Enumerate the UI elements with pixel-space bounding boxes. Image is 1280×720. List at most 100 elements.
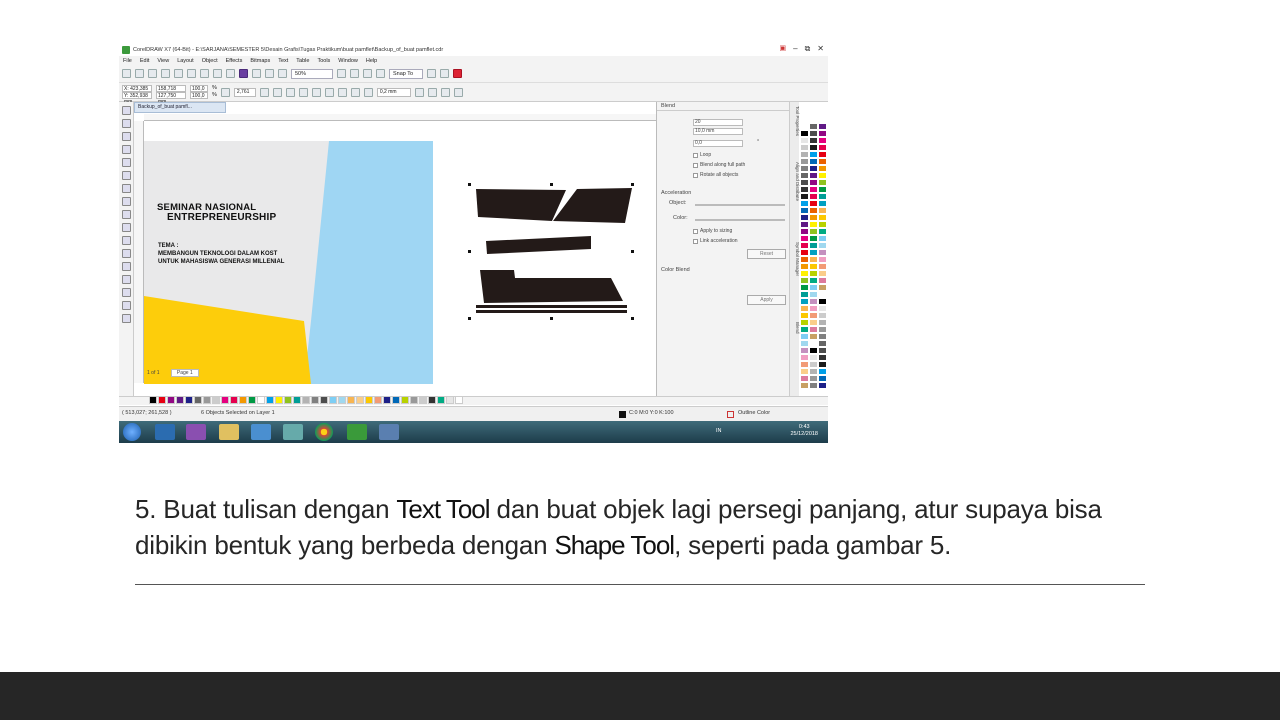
- eyedropper-icon[interactable]: [121, 288, 131, 297]
- pick-tool-icon[interactable]: [121, 106, 131, 115]
- palette-swatch[interactable]: [800, 165, 809, 172]
- restore-icon[interactable]: ⧉: [805, 44, 811, 54]
- y-position-field[interactable]: Y: 352,938 mm: [122, 92, 152, 105]
- palette-swatch[interactable]: [809, 270, 818, 277]
- palette-swatch[interactable]: [800, 326, 809, 333]
- palette-swatch[interactable]: [818, 354, 827, 361]
- palette-swatch[interactable]: [203, 396, 211, 404]
- palette-swatch[interactable]: [257, 396, 265, 404]
- palette-swatch[interactable]: [383, 396, 391, 404]
- to-front-icon[interactable]: [427, 87, 437, 97]
- palette-swatch[interactable]: [800, 284, 809, 291]
- palette-swatch[interactable]: [818, 228, 827, 235]
- palette-swatch[interactable]: [800, 179, 809, 186]
- close-icon[interactable]: ✕: [817, 44, 824, 54]
- menu-object[interactable]: Object: [202, 58, 218, 64]
- palette-swatch[interactable]: [818, 137, 827, 144]
- palette-swatch[interactable]: [809, 291, 818, 298]
- zoom-select[interactable]: 50%: [291, 68, 333, 79]
- palette-swatch[interactable]: [455, 396, 463, 404]
- blend-spacing-field[interactable]: 10,0 mm: [693, 128, 743, 135]
- polygon-tool-icon[interactable]: [121, 210, 131, 219]
- palette-swatch[interactable]: [818, 347, 827, 354]
- palette-swatch[interactable]: [818, 172, 827, 179]
- coreldraw-icon[interactable]: [347, 424, 367, 440]
- palette-swatch[interactable]: [365, 396, 373, 404]
- welcome-screen-icon[interactable]: [453, 69, 462, 78]
- palette-swatch[interactable]: [818, 270, 827, 277]
- blend-steps-field[interactable]: 20: [693, 119, 743, 126]
- palette-swatch[interactable]: [176, 396, 184, 404]
- weld-icon[interactable]: [324, 87, 334, 97]
- height-field[interactable]: 127,750 mm: [156, 92, 186, 105]
- minimize-icon[interactable]: –: [793, 44, 797, 54]
- menu-view[interactable]: View: [157, 58, 169, 64]
- palette-swatch[interactable]: [800, 235, 809, 242]
- palette-swatch[interactable]: [818, 144, 827, 151]
- options-icon[interactable]: [427, 69, 436, 78]
- palette-swatch[interactable]: [800, 291, 809, 298]
- shape-tool-icon[interactable]: [121, 119, 131, 128]
- palette-swatch[interactable]: [149, 396, 157, 404]
- palette-swatch[interactable]: [818, 158, 827, 165]
- dark-shape-4[interactable]: [480, 270, 623, 303]
- dark-shape-2[interactable]: [553, 188, 632, 223]
- menu-tools[interactable]: Tools: [317, 58, 330, 64]
- import-icon[interactable]: [252, 69, 261, 78]
- palette-swatch[interactable]: [818, 291, 827, 298]
- tool-properties-tab[interactable]: Tool Properties: [790, 106, 800, 136]
- blend-rotation-field[interactable]: 0,0: [693, 140, 743, 147]
- palette-swatch[interactable]: [809, 312, 818, 319]
- rectangle-tool-icon[interactable]: [121, 184, 131, 193]
- palette-swatch[interactable]: [818, 277, 827, 284]
- palette-swatch[interactable]: [266, 396, 274, 404]
- paste-icon[interactable]: [200, 69, 209, 78]
- cut-icon[interactable]: [174, 69, 183, 78]
- palette-swatch[interactable]: [293, 396, 301, 404]
- page-1-tab[interactable]: Page 1: [170, 369, 199, 377]
- link-accel-row[interactable]: Link acceleration: [693, 238, 738, 244]
- palette-swatch[interactable]: [818, 375, 827, 382]
- reset-button[interactable]: Reset: [747, 249, 786, 259]
- palette-swatch[interactable]: [302, 396, 310, 404]
- print-icon[interactable]: [161, 69, 170, 78]
- explorer-icon[interactable]: [219, 424, 239, 440]
- x-position-field[interactable]: X: 423,385 mm: [122, 85, 152, 98]
- language-indicator[interactable]: IN: [716, 428, 722, 434]
- palette-swatch[interactable]: [818, 242, 827, 249]
- palette-swatch[interactable]: [212, 396, 220, 404]
- menu-window[interactable]: Window: [338, 58, 358, 64]
- blend-path-checkbox[interactable]: [693, 162, 698, 168]
- palette-swatch[interactable]: [818, 368, 827, 375]
- palette-swatch[interactable]: [809, 221, 818, 228]
- palette-swatch[interactable]: [809, 144, 818, 151]
- redo-icon[interactable]: [226, 69, 235, 78]
- palette-swatch[interactable]: [818, 382, 827, 389]
- page-navigator[interactable]: 1 of 1 Page 1: [147, 369, 199, 377]
- chrome-icon[interactable]: [315, 423, 333, 441]
- palette-swatch[interactable]: [818, 312, 827, 319]
- palette-swatch[interactable]: [419, 396, 427, 404]
- taskbar-clock[interactable]: 0:43 25/12/2018: [790, 424, 818, 438]
- palette-swatch[interactable]: [809, 333, 818, 340]
- align-distribute-tab[interactable]: Align and Distribute: [790, 162, 800, 201]
- rotate-all-row[interactable]: Rotate all objects: [693, 172, 738, 178]
- palette-swatch[interactable]: [800, 130, 809, 137]
- palette-swatch[interactable]: [800, 340, 809, 347]
- palette-swatch[interactable]: [809, 207, 818, 214]
- palette-swatch[interactable]: [185, 396, 193, 404]
- palette-swatch[interactable]: [818, 130, 827, 137]
- tema-text[interactable]: TEMA : MEMBANGUN TEKNOLOGI DALAM KOST UN…: [158, 242, 284, 266]
- snap-to-dropdown[interactable]: Snap To: [389, 68, 423, 79]
- palette-swatch[interactable]: [347, 396, 355, 404]
- palette-swatch[interactable]: [401, 396, 409, 404]
- palette-swatch[interactable]: [800, 305, 809, 312]
- palette-swatch[interactable]: [275, 396, 283, 404]
- palette-swatch[interactable]: [800, 123, 809, 130]
- palette-swatch[interactable]: [818, 221, 827, 228]
- rotation-angle-field[interactable]: 2,761: [233, 87, 256, 97]
- palette-swatch[interactable]: [818, 193, 827, 200]
- palette-swatch[interactable]: [194, 396, 202, 404]
- apply-button[interactable]: Apply: [747, 295, 786, 305]
- palette-swatch[interactable]: [818, 165, 827, 172]
